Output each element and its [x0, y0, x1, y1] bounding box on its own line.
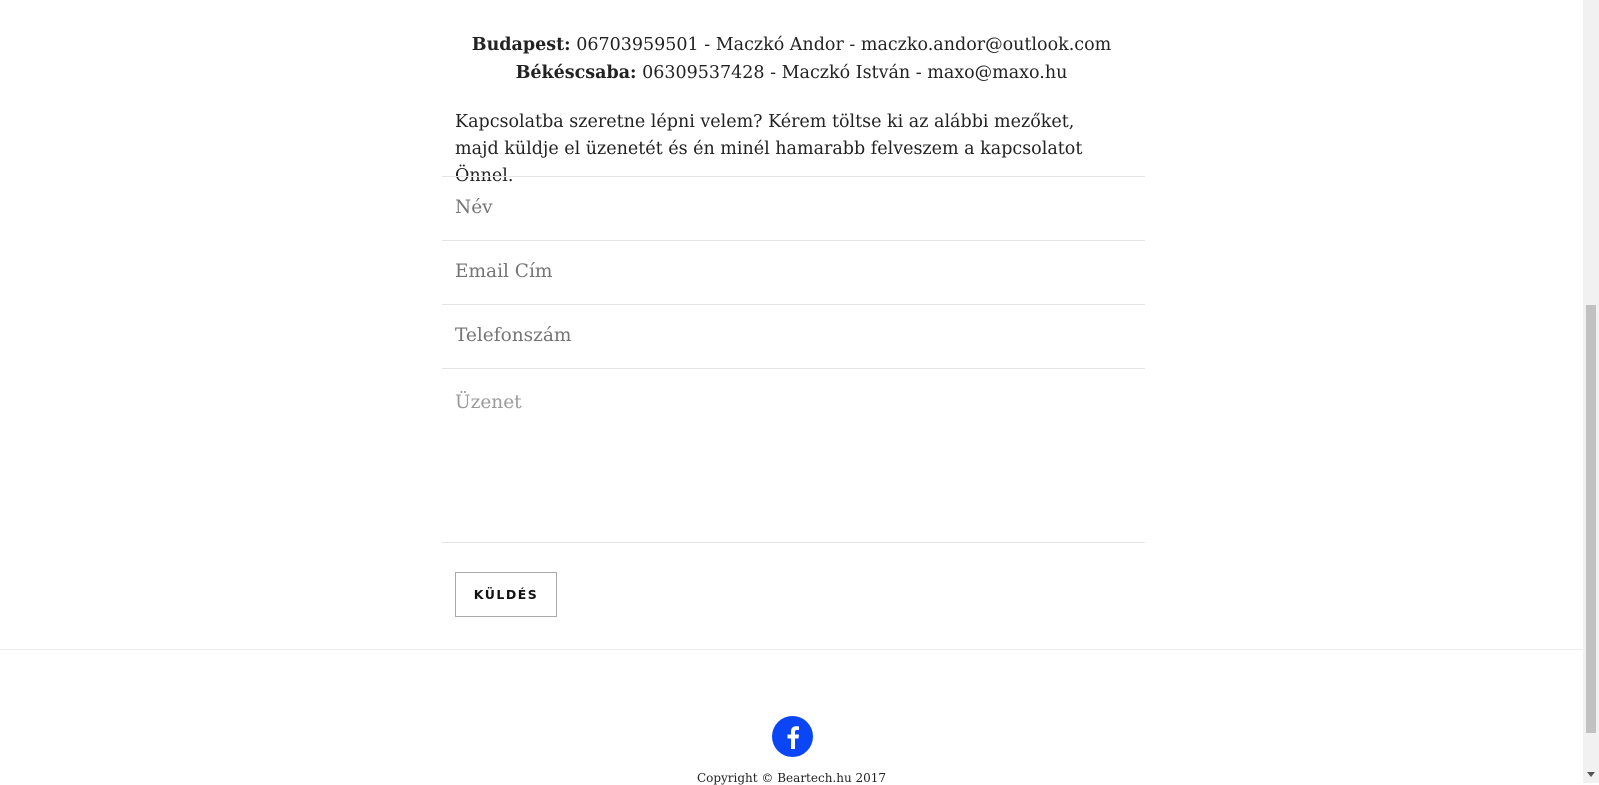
contact-city: Békéscsaba: [515, 63, 637, 83]
contact-details: 06309537428 - Maczkó István - maxo@maxo.… [636, 63, 1068, 83]
submit-button[interactable]: KÜLDÉS [455, 572, 557, 617]
contact-line-bekescsaba: Békéscsaba: 06309537428 - Maczkó István … [0, 59, 1583, 87]
email-field-row [442, 240, 1145, 304]
contact-form: Üzenet [442, 176, 1145, 543]
scroll-down-arrow-icon[interactable] [1583, 767, 1599, 783]
contact-city: Budapest: [471, 35, 571, 55]
scrollbar-thumb[interactable] [1586, 305, 1596, 733]
message-input[interactable]: Üzenet [455, 392, 522, 413]
facebook-icon[interactable] [772, 716, 813, 757]
contact-info: Budapest: 06703959501 - Maczkó Andor - m… [0, 31, 1583, 87]
phone-field-row [442, 304, 1145, 368]
email-input[interactable] [455, 261, 1132, 282]
contact-details: 06703959501 - Maczkó Andor - maczko.ando… [570, 35, 1112, 55]
scrollbar[interactable] [1583, 0, 1599, 783]
phone-input[interactable] [455, 325, 1132, 346]
message-field-row[interactable]: Üzenet [442, 368, 1145, 543]
contact-line-budapest: Budapest: 06703959501 - Maczkó Andor - m… [0, 31, 1583, 59]
name-field-row [442, 176, 1145, 240]
name-input[interactable] [455, 197, 1132, 218]
facebook-f-glyph [787, 725, 799, 749]
down-arrow-glyph [1587, 772, 1595, 777]
footer-divider [0, 649, 1583, 650]
